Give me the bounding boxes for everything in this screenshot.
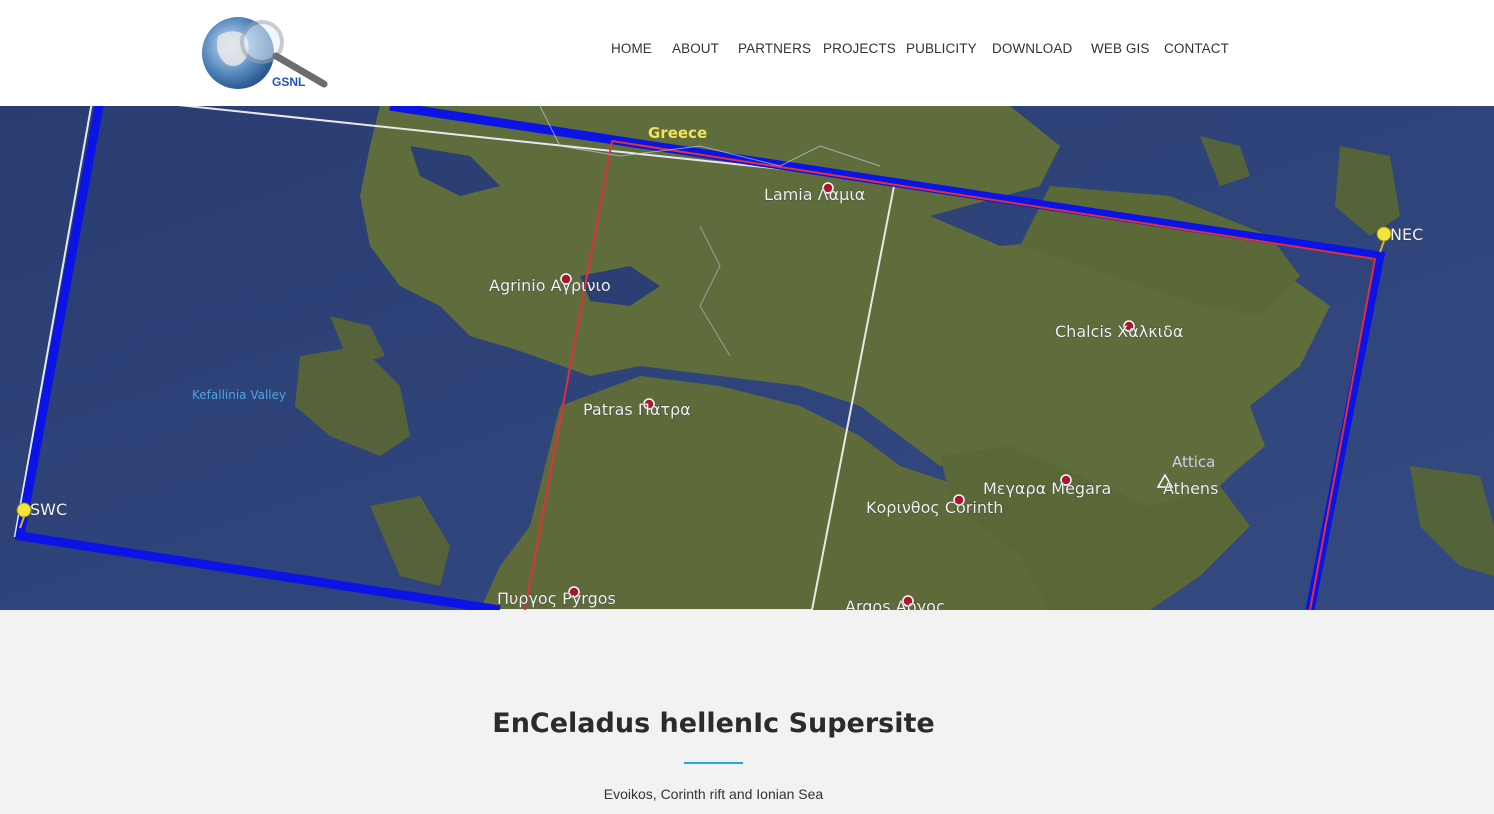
label-argos: Argos Αργος (845, 597, 945, 610)
hero-satellite-map: Greece Lamia Λαμια Agrinio Αγρινιο Kefal… (0, 106, 1494, 610)
nav-home[interactable]: HOME (611, 41, 652, 56)
label-swc: SWC (30, 500, 67, 519)
nav-contact[interactable]: CONTACT (1164, 41, 1229, 56)
satellite-map-image: Greece Lamia Λαμια Agrinio Αγρινιο Kefal… (0, 106, 1494, 610)
label-kefallinia: Kefallinia Valley (192, 388, 286, 402)
nav-partners[interactable]: PARTNERS (738, 41, 811, 56)
page-title: EnCeladus hellenIc Supersite (492, 708, 935, 739)
nav-download[interactable]: DOWNLOAD (992, 41, 1072, 56)
nav-web-gis[interactable]: WEB GIS (1091, 41, 1149, 56)
logo-text: GSNL (272, 75, 305, 89)
label-attica: Attica (1172, 453, 1215, 471)
label-greece: Greece (648, 124, 707, 142)
label-pyrgos: Πυργος Pyrgos (497, 589, 616, 608)
label-megara: Μεγαρα Megara (983, 479, 1111, 498)
site-header: GSNL HOME ABOUT PARTNERS PROJECTS PUBLIC… (0, 0, 1494, 106)
label-lamia: Lamia Λαμια (764, 185, 865, 204)
intro-section: EnCeladus hellenIc Supersite Evoikos, Co… (0, 610, 1494, 814)
label-chalcis: Chalcis Χαλκιδα (1055, 322, 1183, 341)
label-corinth: Κορινθος Corinth (866, 498, 1003, 517)
nav-projects[interactable]: PROJECTS (823, 41, 896, 56)
label-patras: Patras Πατρα (583, 400, 691, 419)
label-agrinio: Agrinio Αγρινιο (489, 276, 611, 295)
nav-publicity[interactable]: PUBLICITY (906, 41, 977, 56)
gsnl-logo[interactable]: GSNL (200, 14, 336, 92)
page-subtitle: Evoikos, Corinth rift and Ionian Sea (603, 786, 824, 802)
label-athens: Athens (1163, 479, 1218, 498)
globe-magnifier-icon: GSNL (202, 17, 328, 89)
title-divider (684, 762, 743, 764)
label-nec: NEC (1390, 225, 1423, 244)
nav-about[interactable]: ABOUT (672, 41, 719, 56)
